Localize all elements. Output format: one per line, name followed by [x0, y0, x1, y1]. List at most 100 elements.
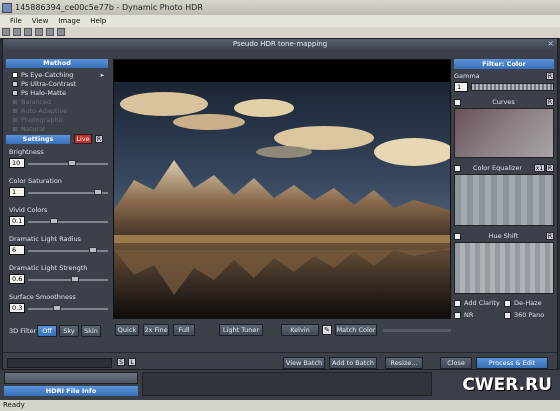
dramatic-light-radius-value[interactable]: 6 [9, 245, 25, 255]
dramatic-light-strength-value[interactable]: 0.6 [9, 274, 25, 284]
filter-3d-sky-button[interactable]: Sky [59, 325, 79, 337]
gamma-value[interactable]: 1 [454, 82, 468, 92]
surface-smoothness-slider-thumb[interactable] [53, 305, 61, 311]
match-color-button[interactable]: Match Color [335, 324, 377, 336]
redo-icon[interactable] [46, 28, 54, 36]
gamma-slider[interactable] [471, 83, 554, 91]
menu-file[interactable]: File [10, 17, 22, 25]
method-balanced-label: Balanced [21, 97, 52, 106]
vivid-colors-label: Vivid Colors [9, 206, 48, 214]
menu-image[interactable]: Image [58, 17, 80, 25]
add-clarity-label: Add Clarity [464, 299, 500, 307]
gamma-reset-button[interactable]: R [546, 72, 554, 80]
method-halo-matte-label: Ps Halo-Matte [21, 88, 67, 97]
save-icon[interactable] [24, 28, 32, 36]
kelvin-button[interactable]: Kelvin [281, 324, 319, 336]
method-header: Method [6, 59, 108, 68]
file-info-header[interactable]: HDRI File Info [4, 386, 138, 396]
filter-3d-off-button[interactable]: Off [37, 325, 57, 337]
eyedropper-icon[interactable]: ✎ [322, 325, 332, 335]
method-auto-adaptive: Auto-Adaptive [12, 106, 104, 115]
color-equalizer-label: Color Equalizer [472, 164, 523, 172]
hue-shift-checkbox[interactable] [454, 232, 461, 240]
app-icon [2, 2, 12, 13]
method-photographic: Photographic [12, 115, 104, 124]
process-edit-button[interactable]: Process & Edit [476, 357, 548, 369]
right-panel: Filter: Color Gamma R 1 Curves R Color E… [454, 59, 554, 349]
view-batch-button[interactable]: View Batch [283, 357, 325, 369]
surface-smoothness-slider[interactable] [28, 308, 108, 310]
menu-view[interactable]: View [32, 17, 49, 25]
save-settings-button[interactable]: S [117, 358, 125, 366]
dialog-footer: View Batch Add to Batch Resize... Close … [3, 352, 557, 370]
dialog-close-button[interactable]: × [547, 39, 554, 48]
close-button[interactable]: Close [440, 357, 472, 369]
app-title: 145886394_ce00c5e77b - Dynamic Photo HDR [15, 3, 203, 12]
radio-icon [12, 98, 18, 105]
filter-3d-skin-button[interactable]: Skin [81, 325, 101, 337]
photo-preview[interactable] [113, 59, 454, 319]
color-equalizer-reset-button[interactable]: R [545, 164, 554, 172]
dramatic-light-strength-slider-thumb[interactable] [71, 276, 79, 282]
vivid-colors-slider[interactable] [28, 221, 108, 223]
color-equalizer-graph[interactable] [454, 174, 554, 226]
vivid-colors-slider-thumb[interactable] [50, 218, 58, 224]
fine-button[interactable]: 2x Fine [143, 324, 169, 336]
preview-slider-track[interactable] [383, 329, 451, 332]
light-tuner-button[interactable]: Light Tuner [219, 324, 263, 336]
main-bottom-area: HDRI File Info CWER.RU [0, 370, 560, 400]
quick-button[interactable]: Quick [115, 324, 139, 336]
dramatic-light-radius-slider-thumb[interactable] [89, 247, 97, 253]
watermark: CWER.RU [462, 375, 552, 395]
full-button[interactable]: Full [173, 324, 195, 336]
resize-button[interactable]: Resize... [385, 357, 423, 369]
load-settings-button[interactable]: L [128, 358, 136, 366]
gamma-row: Gamma R [454, 72, 554, 80]
menu-help[interactable]: Help [90, 17, 106, 25]
new-icon[interactable] [2, 28, 10, 36]
hue-shift-reset-button[interactable]: R [545, 232, 554, 240]
color-saturation-slider-thumb[interactable] [94, 189, 102, 195]
curves-reset-button[interactable]: R [545, 98, 554, 106]
method-ultra-contrast[interactable]: Ps Ultra-Contrast [12, 79, 104, 88]
nr-checkbox[interactable]: NR [454, 311, 504, 319]
surface-smoothness-value[interactable]: 0.3 [9, 303, 25, 313]
color-saturation-value[interactable]: 1 [9, 187, 25, 197]
color-equalizer-row: Color Equalizer x1 R [454, 164, 554, 172]
vivid-colors-setting: Vivid Colors 0.1 [9, 206, 109, 235]
undo-icon[interactable] [35, 28, 43, 36]
live-toggle[interactable]: Live [74, 134, 92, 144]
color-equalizer-checkbox[interactable] [454, 164, 461, 172]
open-icon[interactable] [13, 28, 21, 36]
method-options: Ps Eye-Catching ▸ Ps Ultra-Contrast Ps Ha… [6, 68, 108, 133]
settings-reset-button[interactable]: R [95, 135, 103, 143]
add-clarity-checkbox[interactable]: Add Clarity [454, 299, 504, 307]
dramatic-light-radius-label: Dramatic Light Radius [9, 235, 82, 243]
checkbox-icon [504, 311, 511, 319]
curves-graph[interactable] [454, 108, 554, 158]
pano-360-checkbox[interactable]: 360 Pano [504, 311, 554, 319]
filter-3d-label: 3D Filter [9, 327, 37, 335]
thumbnail-strip[interactable] [4, 372, 138, 384]
color-equalizer-x1-button[interactable]: x1 [533, 164, 545, 172]
radio-icon [12, 116, 18, 123]
curves-checkbox[interactable] [454, 98, 461, 106]
vivid-colors-value[interactable]: 0.1 [9, 216, 25, 226]
method-halo-matte[interactable]: Ps Halo-Matte [12, 88, 104, 97]
brightness-value[interactable]: 10 [9, 158, 25, 168]
dramatic-light-strength-slider[interactable] [28, 279, 108, 281]
checkbox-icon [454, 299, 461, 307]
hue-shift-graph[interactable] [454, 242, 554, 294]
tone-mapping-dialog: Pseudo HDR tone-mapping × Method Ps Eye-… [2, 38, 558, 370]
surface-smoothness-label: Surface Smoothness [9, 293, 76, 301]
filter-header[interactable]: Filter: Color [454, 59, 554, 69]
zoom-icon[interactable] [57, 28, 65, 36]
brightness-slider-thumb[interactable] [68, 160, 76, 166]
dramatic-light-strength-label: Dramatic Light Strength [9, 264, 88, 272]
de-haze-checkbox[interactable]: De-Haze [504, 299, 554, 307]
filename-field[interactable] [7, 358, 112, 368]
method-eye-catching[interactable]: Ps Eye-Catching ▸ [12, 70, 104, 79]
hue-shift-label: Hue Shift [488, 232, 519, 240]
add-to-batch-button[interactable]: Add to Batch [329, 357, 377, 369]
nr-label: NR [464, 311, 474, 319]
